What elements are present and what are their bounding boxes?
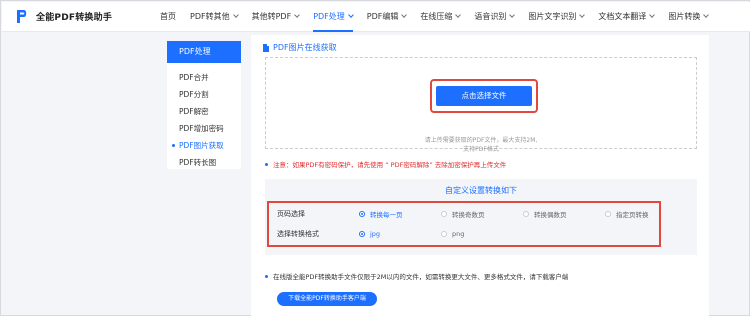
settings-highlight-box: 页码选择 转换每一页 转换奇数页 转换偶数页 指定页转换 选择转换格式 jpg … bbox=[267, 201, 661, 247]
bullet-icon bbox=[265, 162, 268, 166]
chevron-down-icon bbox=[347, 12, 354, 18]
logo[interactable]: 全能PDF转换助手 bbox=[16, 9, 112, 24]
nav-item-speech-recognition[interactable]: 语音识别 bbox=[474, 2, 516, 32]
logo-text: 全能PDF转换助手 bbox=[36, 13, 113, 23]
footer-text: 在线版全能PDF转换助手文件仅限于2M以内的文件，如需转换更大文件、更多格式文件… bbox=[273, 273, 569, 281]
main-panel: PDF图片在线获取 点击选择文件 请上传需要获取的PDF文件，最大支持2M, 支… bbox=[251, 35, 709, 316]
radio-odd-pages[interactable]: 转换奇数页 bbox=[441, 209, 523, 219]
radio-even-pages[interactable]: 转换偶数页 bbox=[523, 209, 605, 219]
upload-button-highlight: 点击选择文件 bbox=[430, 79, 538, 113]
nav-item-home[interactable]: 首页 bbox=[160, 2, 176, 32]
sidebar-item-pdf-decrypt[interactable]: PDF解密 bbox=[167, 103, 241, 120]
top-navigation: 全能PDF转换助手 首页 PDF转其他 其他转PDF PDF处理 PDF编辑 在… bbox=[2, 2, 750, 32]
chevron-down-icon bbox=[579, 12, 586, 18]
radio-icon bbox=[441, 211, 447, 217]
sidebar-item-pdf-to-long-image[interactable]: PDF转长图 bbox=[167, 154, 241, 171]
radio-icon bbox=[441, 231, 447, 237]
radio-icon bbox=[605, 211, 611, 217]
nav-item-pdf-process[interactable]: PDF处理 bbox=[313, 2, 354, 32]
sidebar-item-pdf-split[interactable]: PDF分割 bbox=[167, 86, 241, 103]
page-title-text: PDF图片在线获取 bbox=[273, 43, 337, 52]
chevron-down-icon bbox=[401, 12, 408, 18]
nav-item-document-translate[interactable]: 文档文本翻译 bbox=[598, 2, 656, 32]
sidebar-title: PDF处理 bbox=[167, 41, 241, 63]
page-select-row: 页码选择 转换每一页 转换奇数页 转换偶数页 指定页转换 bbox=[277, 204, 649, 224]
select-file-button[interactable]: 点击选择文件 bbox=[436, 86, 532, 106]
format-select-label: 选择转换格式 bbox=[277, 230, 319, 238]
sidebar-list: PDF合并 PDF分割 PDF解密 PDF增加密码 PDF图片获取 PDF转长图 bbox=[167, 63, 241, 171]
upload-hint-line1: 请上传需要获取的PDF文件，最大支持2M, bbox=[424, 137, 538, 144]
app-window: 全能PDF转换助手 首页 PDF转其他 其他转PDF PDF处理 PDF编辑 在… bbox=[0, 0, 750, 316]
format-select-row: 选择转换格式 jpg png bbox=[277, 224, 464, 244]
radio-selected-icon bbox=[359, 211, 365, 217]
nav-item-image-ocr[interactable]: 图片文字识别 bbox=[528, 2, 586, 32]
radio-specific-pages[interactable]: 指定页转换 bbox=[605, 209, 649, 219]
sidebar-item-pdf-merge[interactable]: PDF合并 bbox=[167, 69, 241, 86]
sidebar-item-pdf-image-extract[interactable]: PDF图片获取 bbox=[167, 137, 241, 154]
password-notice: 注意：如果PDF有密码保护，请先使用 “ PDF密码解除” 去除加密保护再上传文… bbox=[265, 159, 506, 169]
upload-hint-line2: 支持PDF格式 bbox=[463, 146, 499, 153]
document-icon bbox=[263, 43, 269, 52]
settings-title: 自定义设置转换如下 bbox=[445, 186, 517, 195]
radio-png[interactable]: png bbox=[441, 230, 464, 238]
upload-dropzone[interactable]: 点击选择文件 请上传需要获取的PDF文件，最大支持2M, 支持PDF格式 bbox=[265, 57, 697, 153]
client-download-notice: 在线版全能PDF转换助手文件仅限于2M以内的文件，如需转换更大文件、更多格式文件… bbox=[265, 271, 568, 281]
chevron-down-icon bbox=[703, 12, 710, 18]
nav-item-other-to-pdf[interactable]: 其他转PDF bbox=[252, 2, 301, 32]
logo-icon bbox=[16, 9, 28, 24]
nav-item-image-convert[interactable]: 图片转换 bbox=[668, 2, 710, 32]
chevron-down-icon bbox=[649, 12, 656, 18]
chevron-down-icon bbox=[509, 12, 516, 18]
nav-item-pdf-edit[interactable]: PDF编辑 bbox=[367, 2, 408, 32]
sidebar: PDF处理 PDF合并 PDF分割 PDF解密 PDF增加密码 PDF图片获取 … bbox=[167, 41, 241, 169]
radio-selected-icon bbox=[359, 231, 365, 237]
main-nav: 首页 PDF转其他 其他转PDF PDF处理 PDF编辑 在线压缩 语音识别 图… bbox=[160, 2, 710, 32]
radio-every-page[interactable]: 转换每一页 bbox=[359, 209, 441, 219]
chevron-down-icon bbox=[232, 12, 239, 18]
radio-icon bbox=[523, 211, 529, 217]
chevron-down-icon bbox=[455, 12, 462, 18]
settings-panel: 自定义设置转换如下 页码选择 转换每一页 转换奇数页 转换偶数页 指定页转换 选… bbox=[265, 179, 697, 255]
radio-jpg[interactable]: jpg bbox=[359, 230, 441, 238]
bullet-icon bbox=[265, 274, 268, 278]
chevron-down-icon bbox=[294, 12, 301, 18]
page-select-label: 页码选择 bbox=[277, 210, 305, 218]
nav-item-online-compress[interactable]: 在线压缩 bbox=[420, 2, 462, 32]
notice-text: 注意：如果PDF有密码保护，请先使用 “ PDF密码解除” 去除加密保护再上传文… bbox=[273, 161, 507, 169]
sidebar-item-pdf-add-password[interactable]: PDF增加密码 bbox=[167, 120, 241, 137]
page-title: PDF图片在线获取 bbox=[263, 42, 337, 53]
nav-item-pdf-to-other[interactable]: PDF转其他 bbox=[190, 2, 239, 32]
download-client-button[interactable]: 下载全能PDF转换助手客户端 bbox=[277, 292, 377, 306]
